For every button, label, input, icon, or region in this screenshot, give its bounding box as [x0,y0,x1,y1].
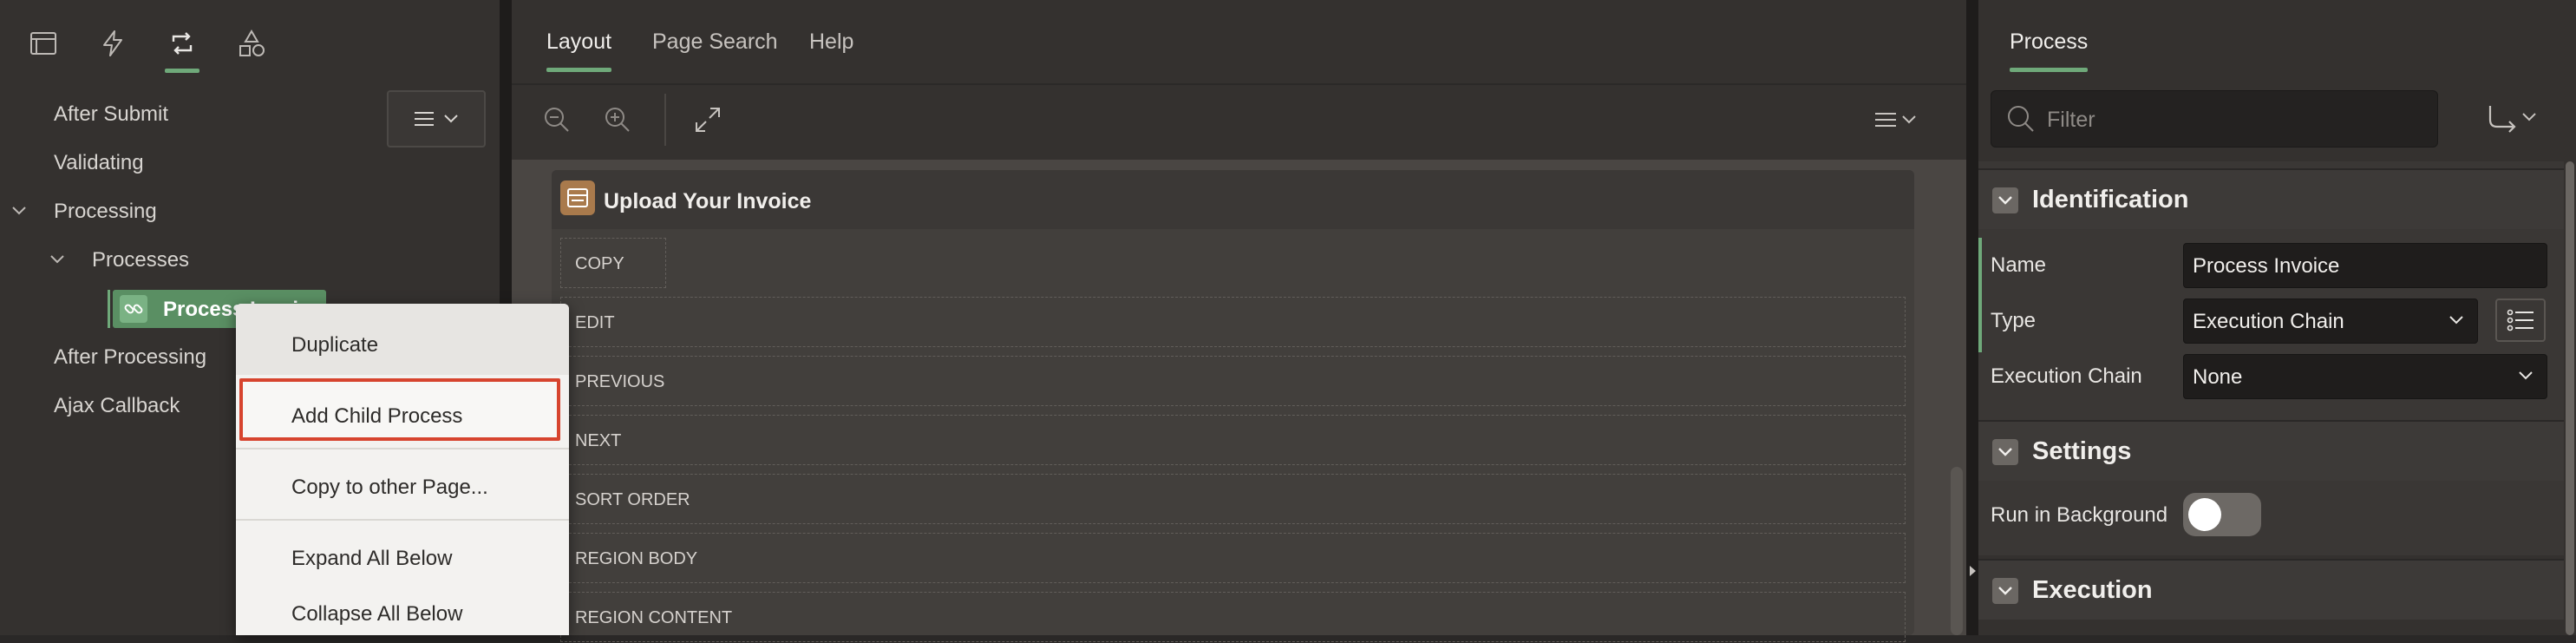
list-of-values-button[interactable] [2495,299,2546,342]
section-title: Settings [2032,437,2132,465]
tree-menu-button[interactable] [387,90,486,148]
region-icon [560,180,595,215]
collapse-arrow-icon[interactable] [1967,564,1978,578]
tree-item-validating[interactable]: Validating [54,151,144,175]
slot-edit[interactable]: EDIT [560,297,1906,347]
identification-header[interactable]: Identification [1978,168,2564,229]
zoom-in-icon[interactable] [600,102,635,137]
tab-help[interactable]: Help [809,30,853,55]
menu-icon [415,112,434,126]
layout-scrollbar[interactable] [1951,467,1963,635]
region-header: Upload Your Invoice [552,170,1914,229]
region-title: Upload Your Invoice [604,189,812,213]
execution-chain-icon [120,295,147,323]
type-value: Execution Chain [2193,310,2344,333]
layout-pane: Layout Page Search Help Upload Your Invo… [512,0,1966,642]
tab-layout[interactable]: Layout [546,30,612,72]
section-title: Identification [2032,186,2189,213]
tree-item-after-processing[interactable]: After Processing [54,345,206,370]
changed-indicator [1978,238,1982,295]
context-menu-hover-row [236,304,569,375]
execution-chain-label: Execution Chain [1991,364,2142,388]
zoom-out-icon[interactable] [539,102,574,137]
processing-tab-icon[interactable] [161,23,203,73]
menu-separator [236,519,569,521]
property-editor-pane: Process Identification Name Process Invo… [1978,0,2576,635]
name-label: Name [1991,253,2047,277]
dynamic-actions-tab-icon[interactable] [92,23,134,64]
search-icon [2008,106,2034,132]
list-icon [2507,309,2534,331]
slot-previous[interactable]: PREVIOUS [560,356,1906,406]
type-label: Type [1991,309,2037,332]
menu-item-expand-all-below[interactable]: Expand All Below [291,547,452,571]
tree-item-after-submit[interactable]: After Submit [54,102,168,127]
toolbar-divider [664,94,666,146]
tree-expand-icon[interactable] [10,205,28,217]
execution-header[interactable]: Execution [1978,559,2564,620]
run-in-background-switch[interactable] [2183,493,2261,536]
type-select[interactable]: Execution Chain [2183,299,2478,344]
layout-toolbar [512,83,1966,161]
tree-item-processing[interactable]: Processing [54,200,157,224]
slot-next[interactable]: NEXT [560,415,1906,465]
region-upload-your-invoice[interactable]: Upload Your Invoice COPY EDIT PREVIOUS N… [552,170,1914,642]
menu-item-copy-to-other-page[interactable]: Copy to other Page... [291,476,488,500]
changed-indicator [1978,295,1982,352]
menu-item-add-child-process[interactable]: Add Child Process [291,404,462,429]
context-menu: Duplicate Add Child Process Copy to othe… [236,304,569,635]
section-title: Execution [2032,576,2153,604]
collapse-icon[interactable] [1992,439,2018,465]
property-editor-scrollbar[interactable] [2566,161,2574,635]
settings-header[interactable]: Settings [1978,420,2564,481]
menu-separator [236,448,569,449]
collapse-icon[interactable] [1992,578,2018,604]
tab-page-search[interactable]: Page Search [652,30,778,55]
tab-process[interactable]: Process [2010,30,2089,72]
go-to-group-icon [2488,106,2536,133]
filter-box[interactable] [1991,90,2438,148]
shared-components-tab-icon[interactable] [231,23,272,64]
switch-knob [2188,498,2221,531]
chevron-down-icon [2519,371,2533,380]
rendering-tab-icon[interactable] [23,23,64,64]
chevron-down-icon [444,115,458,123]
layout-menu-button[interactable] [1872,102,1924,137]
slot-sort-order[interactable]: SORT ORDER [560,474,1906,524]
tree-item-processes[interactable]: Processes [92,248,189,272]
go-to-group-button[interactable] [2480,99,2546,137]
chevron-down-icon [2449,316,2463,325]
pane-splitter[interactable] [1966,0,1978,635]
execution-chain-value: None [2193,365,2243,389]
expand-icon[interactable] [690,102,725,137]
run-in-background-label: Run in Background [1991,503,2168,527]
collapse-icon[interactable] [1992,187,2018,213]
execution-chain-select[interactable]: None [2183,354,2547,399]
filter-input[interactable] [2045,91,2422,148]
slot-region-body[interactable]: REGION BODY [560,533,1906,583]
slot-copy[interactable]: COPY [560,238,666,288]
slot-region-content[interactable]: REGION CONTENT [560,592,1906,642]
name-field[interactable]: Process Invoice [2183,243,2547,288]
tree-expand-icon[interactable] [49,253,66,266]
menu-item-collapse-all-below[interactable]: Collapse All Below [291,602,462,627]
menu-icon [1875,113,1896,127]
name-value: Process Invoice [2193,254,2340,278]
tree-item-ajax-callback[interactable]: Ajax Callback [54,394,180,418]
menu-item-duplicate[interactable]: Duplicate [291,333,378,358]
